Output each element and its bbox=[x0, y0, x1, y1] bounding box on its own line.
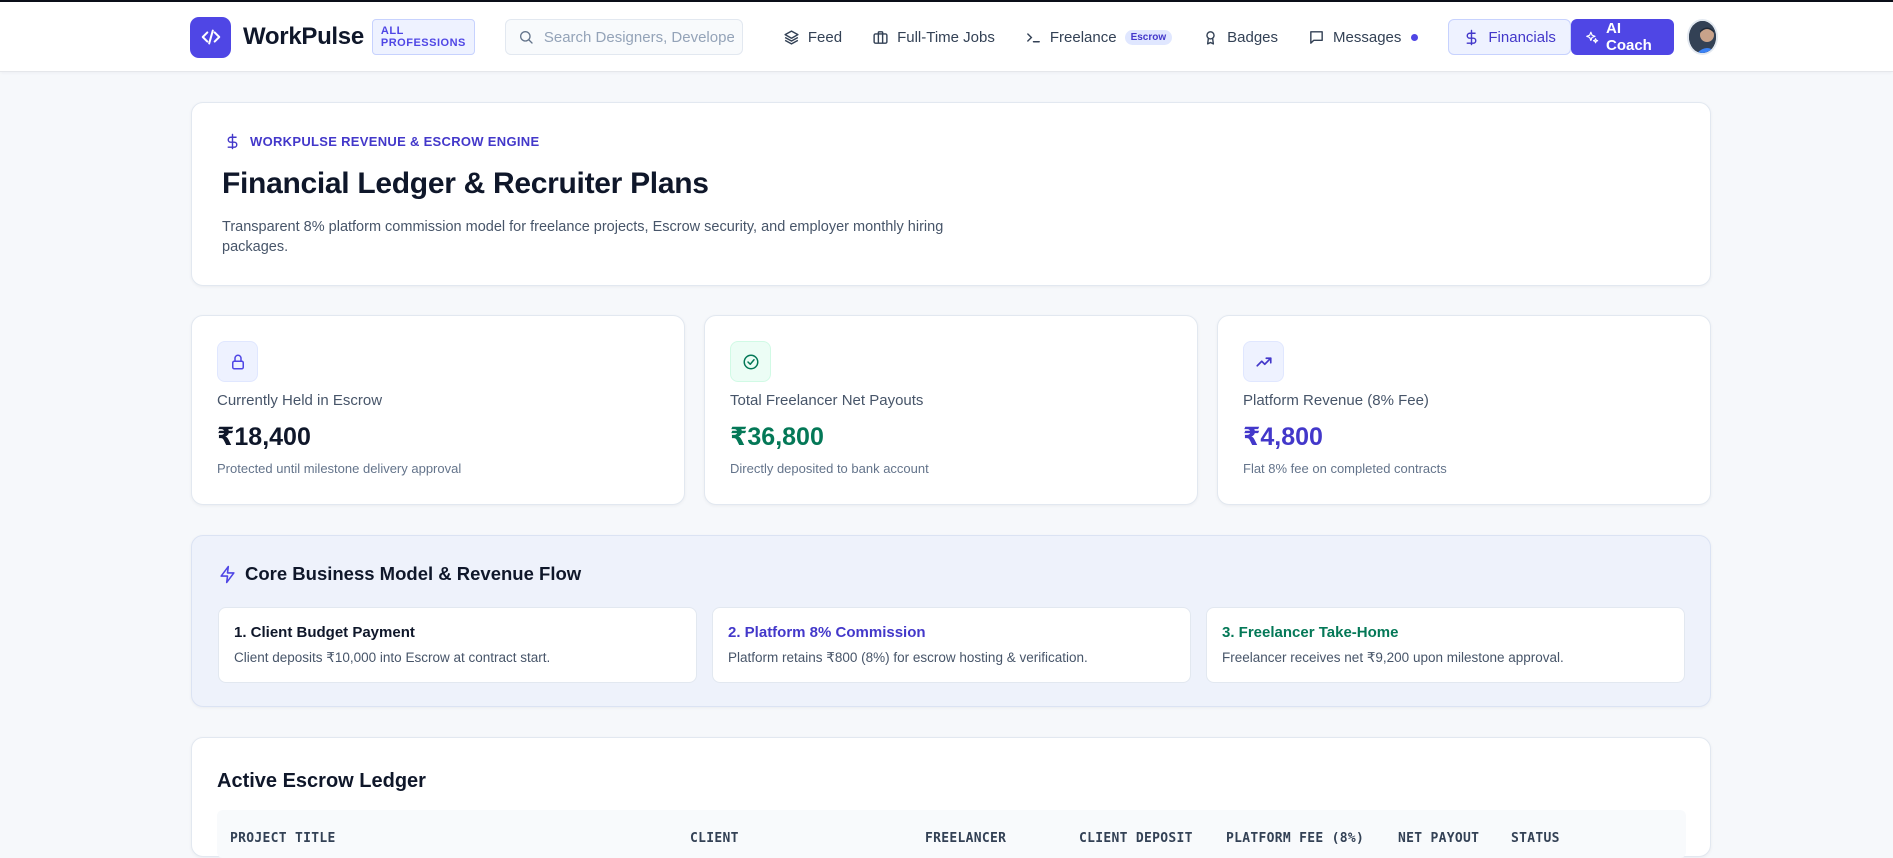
column-header-project[interactable]: PROJECT TITLE bbox=[230, 831, 336, 846]
stat-value: ₹18,400 bbox=[217, 423, 311, 451]
eyebrow-text: WORKPULSE REVENUE & ESCROW ENGINE bbox=[250, 134, 540, 149]
escrow-badge: Escrow bbox=[1124, 29, 1173, 45]
column-header-freelancer[interactable]: FREELANCER bbox=[925, 831, 1006, 846]
stat-card-escrow: Currently Held in Escrow ₹18,400 Protect… bbox=[191, 315, 685, 505]
sparkles-icon bbox=[1586, 31, 1599, 43]
nav-financials[interactable]: Financials bbox=[1448, 19, 1571, 55]
unread-dot bbox=[1411, 33, 1419, 41]
dollar-icon bbox=[227, 133, 238, 150]
step-description: Platform retains ₹800 (8%) for escrow ho… bbox=[728, 650, 1088, 665]
code-logo-icon[interactable] bbox=[190, 16, 231, 58]
hero-card: WORKPULSE REVENUE & ESCROW ENGINE Financ… bbox=[191, 102, 1711, 286]
ai-coach-button[interactable]: AI Coach bbox=[1570, 19, 1674, 55]
lock-icon bbox=[217, 341, 258, 382]
step-description: Client deposits ₹10,000 into Escrow at c… bbox=[234, 650, 551, 665]
step-title: 1. Client Budget Payment bbox=[234, 624, 415, 641]
ledger-table-header: PROJECT TITLE CLIENT FREELANCER CLIENT D… bbox=[217, 810, 1686, 858]
briefcase-icon bbox=[873, 30, 888, 44]
stat-subtext: Flat 8% fee on completed contracts bbox=[1243, 461, 1447, 476]
hero-eyebrow: WORKPULSE REVENUE & ESCROW ENGINE bbox=[224, 133, 539, 150]
column-header-client[interactable]: CLIENT bbox=[690, 831, 739, 846]
nav-jobs-label: Full-Time Jobs bbox=[897, 28, 995, 46]
step-title: 3. Freelancer Take-Home bbox=[1222, 624, 1399, 641]
nav-badges-label: Badges bbox=[1227, 28, 1279, 46]
nav-feed[interactable]: Feed bbox=[783, 19, 842, 55]
user-avatar[interactable] bbox=[1686, 19, 1718, 55]
all-professions-badge: ALL PROFESSIONS bbox=[371, 19, 475, 55]
navbar-inner: WorkPulse ALL PROFESSIONS Feed Full-Time… bbox=[190, 2, 1718, 72]
escrow-ledger-card: Active Escrow Ledger PROJECT TITLE CLIEN… bbox=[191, 737, 1711, 858]
page-title: Financial Ledger & Recruiter Plans bbox=[222, 167, 709, 200]
dollar-icon bbox=[1466, 29, 1477, 45]
revenue-flow-card: Core Business Model & Revenue Flow 1. Cl… bbox=[191, 535, 1711, 707]
stat-subtext: Protected until milestone delivery appro… bbox=[217, 461, 462, 476]
nav-financials-label: Financials bbox=[1488, 28, 1556, 46]
nav-freelance-label: Freelance bbox=[1049, 28, 1117, 46]
brand-name[interactable]: WorkPulse bbox=[243, 23, 364, 51]
flow-step-take-home: 3. Freelancer Take-Home Freelancer recei… bbox=[1206, 607, 1685, 683]
nav-links: Feed Full-Time Jobs Freelance Escrow Bad… bbox=[783, 19, 1718, 55]
flow-title: Core Business Model & Revenue Flow bbox=[218, 563, 581, 585]
search-icon bbox=[519, 31, 533, 44]
nav-messages-label: Messages bbox=[1333, 28, 1402, 46]
award-icon bbox=[1206, 30, 1215, 45]
ledger-title: Active Escrow Ledger bbox=[217, 770, 426, 792]
nav-freelance[interactable]: Freelance Escrow bbox=[1025, 19, 1173, 55]
column-header-fee[interactable]: PLATFORM FEE (8%) bbox=[1226, 831, 1364, 846]
top-navbar: WorkPulse ALL PROFESSIONS Feed Full-Time… bbox=[0, 2, 1893, 72]
check-circle-icon bbox=[730, 341, 771, 382]
column-header-deposit[interactable]: CLIENT DEPOSIT bbox=[1079, 831, 1193, 846]
stat-value: ₹36,800 bbox=[730, 423, 824, 451]
flow-title-text: Core Business Model & Revenue Flow bbox=[245, 563, 582, 584]
trending-up-icon bbox=[1243, 341, 1284, 382]
nav-messages[interactable]: Messages bbox=[1308, 19, 1419, 55]
message-icon bbox=[1310, 30, 1323, 44]
search-box[interactable] bbox=[504, 19, 743, 55]
step-description: Freelancer receives net ₹9,200 upon mile… bbox=[1222, 650, 1564, 665]
column-header-status[interactable]: STATUS bbox=[1511, 831, 1560, 846]
page-description: Transparent 8% platform commission model… bbox=[222, 219, 944, 255]
step-title: 2. Platform 8% Commission bbox=[728, 624, 926, 641]
nav-badges[interactable]: Badges bbox=[1202, 19, 1278, 55]
stat-label: Total Freelancer Net Payouts bbox=[730, 392, 924, 409]
flow-step-client-payment: 1. Client Budget Payment Client deposits… bbox=[218, 607, 697, 683]
stat-card-payouts: Total Freelancer Net Payouts ₹36,800 Dir… bbox=[704, 315, 1198, 505]
stat-label: Platform Revenue (8% Fee) bbox=[1243, 392, 1429, 409]
ai-coach-label: AI Coach bbox=[1606, 20, 1652, 54]
terminal-icon bbox=[1026, 32, 1040, 42]
layers-icon bbox=[784, 29, 799, 45]
nav-feed-label: Feed bbox=[807, 28, 843, 46]
zap-icon bbox=[220, 565, 235, 583]
stat-card-revenue: Platform Revenue (8% Fee) ₹4,800 Flat 8%… bbox=[1217, 315, 1711, 505]
nav-full-time-jobs[interactable]: Full-Time Jobs bbox=[872, 19, 995, 55]
search-input[interactable] bbox=[543, 28, 734, 46]
flow-step-commission: 2. Platform 8% Commission Platform retai… bbox=[712, 607, 1191, 683]
column-header-net-payout[interactable]: NET PAYOUT bbox=[1398, 831, 1479, 846]
stat-value: ₹4,800 bbox=[1243, 423, 1323, 451]
stat-subtext: Directly deposited to bank account bbox=[730, 461, 929, 476]
stat-label: Currently Held in Escrow bbox=[217, 392, 383, 409]
